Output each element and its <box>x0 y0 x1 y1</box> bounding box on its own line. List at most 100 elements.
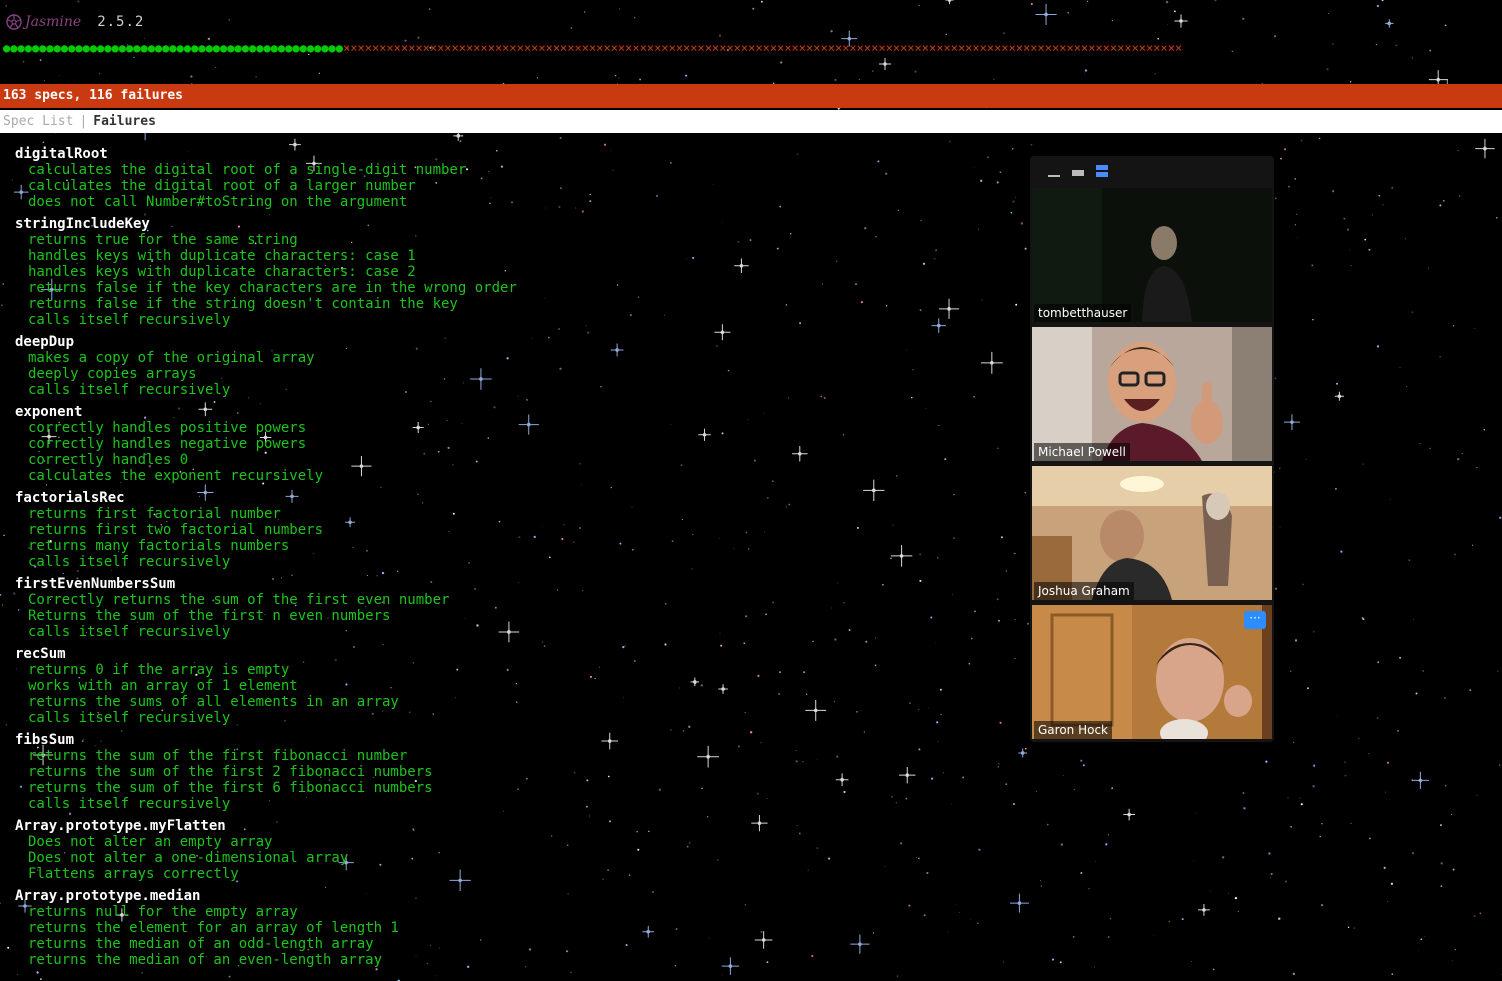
spec-item[interactable]: returns false if the string doesn't cont… <box>15 296 1015 312</box>
spec-failed-x[interactable]: × <box>784 41 791 55</box>
thumbnail-view-icon[interactable] <box>1072 168 1084 178</box>
spec-passed-dot[interactable]: ● <box>235 41 242 55</box>
spec-item[interactable]: correctly handles 0 <box>15 452 1015 468</box>
spec-item[interactable]: calls itself recursively <box>15 624 1015 640</box>
spec-item[interactable]: does not call Number#toString on the arg… <box>15 194 1015 210</box>
spec-failed-x[interactable]: × <box>922 41 929 55</box>
spec-failed-x[interactable]: × <box>705 41 712 55</box>
spec-passed-dot[interactable]: ● <box>25 41 32 55</box>
participant-tile[interactable]: tombetthauser <box>1032 188 1272 322</box>
gallery-view-icon[interactable] <box>1096 165 1108 177</box>
spec-item[interactable]: Does not alter an empty array <box>15 834 1015 850</box>
spec-failed-x[interactable]: × <box>1103 41 1110 55</box>
spec-item[interactable]: calls itself recursively <box>15 710 1015 726</box>
spec-failed-x[interactable]: × <box>567 41 574 55</box>
spec-failed-x[interactable]: × <box>546 41 553 55</box>
spec-passed-dot[interactable]: ● <box>90 41 97 55</box>
spec-failed-x[interactable]: × <box>517 41 524 55</box>
spec-item[interactable]: calculates the digital root of a larger … <box>15 178 1015 194</box>
failures-link[interactable]: Failures <box>93 110 156 133</box>
spec-failed-x[interactable]: × <box>582 41 589 55</box>
spec-list-link[interactable]: Spec List <box>0 110 73 133</box>
spec-failed-x[interactable]: × <box>1161 41 1168 55</box>
spec-failed-x[interactable]: × <box>1030 41 1037 55</box>
spec-failed-x[interactable]: × <box>509 41 516 55</box>
spec-passed-dot[interactable]: ● <box>307 41 314 55</box>
spec-passed-dot[interactable]: ● <box>83 41 90 55</box>
spec-passed-dot[interactable]: ● <box>206 41 213 55</box>
participant-tile[interactable]: ··· Garon Hock <box>1032 605 1272 739</box>
spec-failed-x[interactable]: × <box>1016 41 1023 55</box>
spec-passed-dot[interactable]: ● <box>263 41 270 55</box>
spec-item[interactable]: returns first two factorial numbers <box>15 522 1015 538</box>
spec-item[interactable]: returns false if the key characters are … <box>15 280 1015 296</box>
spec-item[interactable]: returns the sum of the first 6 fibonacci… <box>15 780 1015 796</box>
spec-failed-x[interactable]: × <box>893 41 900 55</box>
spec-failed-x[interactable]: × <box>1168 41 1175 55</box>
spec-failed-x[interactable]: × <box>647 41 654 55</box>
spec-failed-x[interactable]: × <box>734 41 741 55</box>
suite-name[interactable]: stringIncludeKey <box>15 216 1015 232</box>
spec-item[interactable]: returns the median of an odd-length arra… <box>15 936 1015 952</box>
spec-passed-dot[interactable]: ● <box>329 41 336 55</box>
spec-item[interactable]: Correctly returns the sum of the first e… <box>15 592 1015 608</box>
spec-passed-dot[interactable]: ● <box>140 41 147 55</box>
spec-failed-x[interactable]: × <box>820 41 827 55</box>
spec-failed-x[interactable]: × <box>828 41 835 55</box>
spec-item[interactable]: deeply copies arrays <box>15 366 1015 382</box>
spec-failed-x[interactable]: × <box>792 41 799 55</box>
suite-name[interactable]: exponent <box>15 404 1015 420</box>
spec-failed-x[interactable]: × <box>676 41 683 55</box>
spec-passed-dot[interactable]: ● <box>198 41 205 55</box>
spec-failed-x[interactable]: × <box>763 41 770 55</box>
spec-failed-x[interactable]: × <box>1124 41 1131 55</box>
spec-passed-dot[interactable]: ● <box>46 41 53 55</box>
spec-passed-dot[interactable]: ● <box>148 41 155 55</box>
spec-failed-x[interactable]: × <box>357 41 364 55</box>
spec-passed-dot[interactable]: ● <box>112 41 119 55</box>
spec-failed-x[interactable]: × <box>690 41 697 55</box>
spec-failed-x[interactable]: × <box>799 41 806 55</box>
spec-passed-dot[interactable]: ● <box>104 41 111 55</box>
spec-failed-x[interactable]: × <box>1074 41 1081 55</box>
spec-passed-dot[interactable]: ● <box>242 41 249 55</box>
spec-item[interactable]: returns null for the empty array <box>15 904 1015 920</box>
spec-item[interactable]: returns many factorials numbers <box>15 538 1015 554</box>
spec-failed-x[interactable]: × <box>1153 41 1160 55</box>
spec-failed-x[interactable]: × <box>394 41 401 55</box>
spec-item[interactable]: returns 0 if the array is empty <box>15 662 1015 678</box>
spec-item[interactable]: makes a copy of the original array <box>15 350 1015 366</box>
spec-item[interactable]: works with an array of 1 element <box>15 678 1015 694</box>
spec-passed-dot[interactable]: ● <box>119 41 126 55</box>
spec-item[interactable]: correctly handles positive powers <box>15 420 1015 436</box>
spec-failed-x[interactable]: × <box>365 41 372 55</box>
spec-failed-x[interactable]: × <box>1110 41 1117 55</box>
spec-failed-x[interactable]: × <box>849 41 856 55</box>
spec-failed-x[interactable]: × <box>386 41 393 55</box>
suite-name[interactable]: factorialsRec <box>15 490 1015 506</box>
spec-passed-dot[interactable]: ● <box>271 41 278 55</box>
spec-item[interactable]: calculates the digital root of a single-… <box>15 162 1015 178</box>
spec-passed-dot[interactable]: ● <box>184 41 191 55</box>
spec-failed-x[interactable]: × <box>726 41 733 55</box>
spec-failed-x[interactable]: × <box>452 41 459 55</box>
spec-failed-x[interactable]: × <box>444 41 451 55</box>
spec-item[interactable]: calls itself recursively <box>15 554 1015 570</box>
spec-passed-dot[interactable]: ● <box>177 41 184 55</box>
suite-name[interactable]: deepDup <box>15 334 1015 350</box>
spec-passed-dot[interactable]: ● <box>321 41 328 55</box>
spec-failed-x[interactable]: × <box>1038 41 1045 55</box>
spec-failed-x[interactable]: × <box>1009 41 1016 55</box>
participant-tile-active-speaker[interactable]: Joshua Graham <box>1032 466 1272 600</box>
spec-item[interactable]: returns the sums of all elements in an a… <box>15 694 1015 710</box>
spec-item[interactable]: Returns the sum of the first n even numb… <box>15 608 1015 624</box>
spec-failed-x[interactable]: × <box>603 41 610 55</box>
spec-passed-dot[interactable]: ● <box>54 41 61 55</box>
spec-failed-x[interactable]: × <box>1132 41 1139 55</box>
spec-failed-x[interactable]: × <box>907 41 914 55</box>
suite-name[interactable]: firstEvenNumbersSum <box>15 576 1015 592</box>
spec-passed-dot[interactable]: ● <box>17 41 24 55</box>
spec-item[interactable]: returns the sum of the first fibonacci n… <box>15 748 1015 764</box>
spec-failed-x[interactable]: × <box>1001 41 1008 55</box>
spec-passed-dot[interactable]: ● <box>300 41 307 55</box>
